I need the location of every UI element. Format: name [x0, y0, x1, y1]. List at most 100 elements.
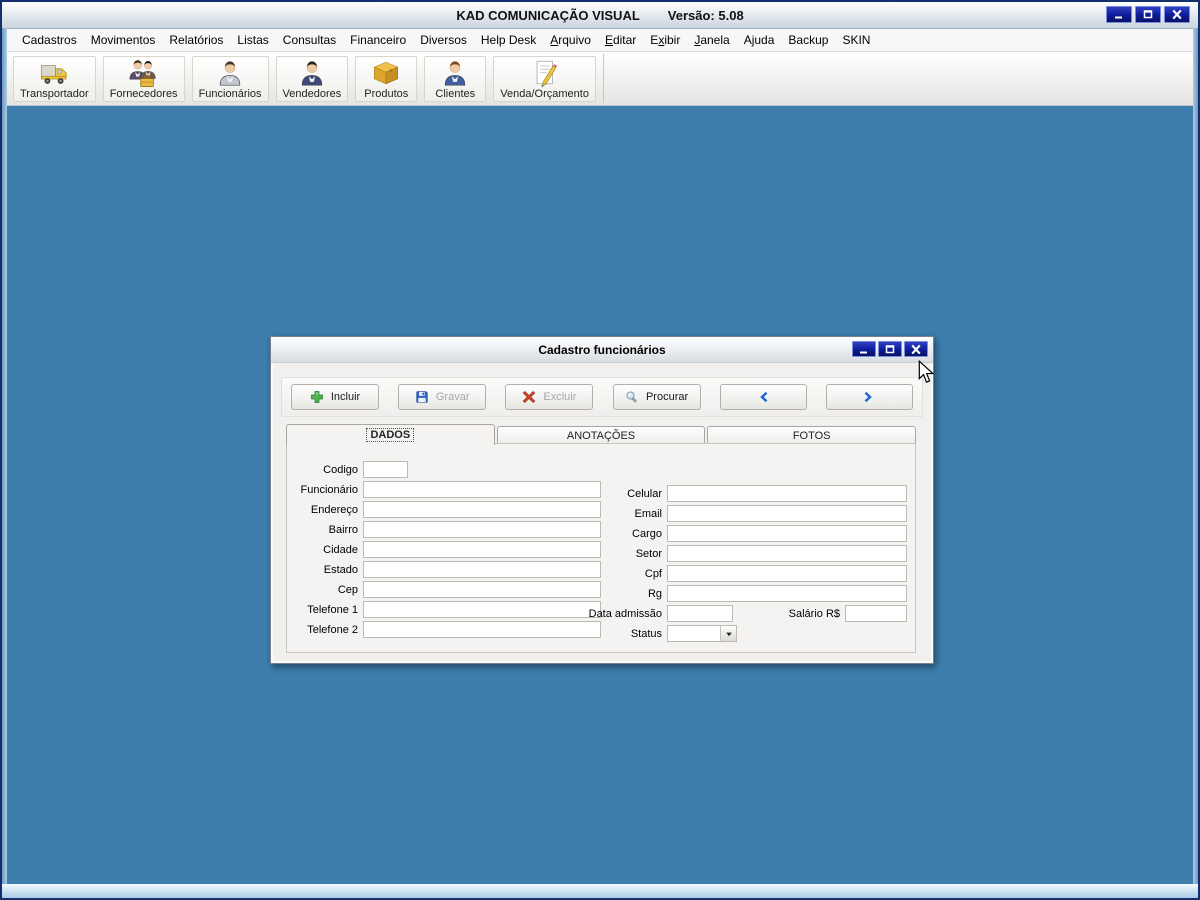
menu-item-backup[interactable]: Backup — [781, 33, 835, 47]
cep-label: Cep — [337, 583, 358, 596]
field-row-cpf: Cpf — [587, 565, 907, 582]
salario-input[interactable] — [845, 605, 907, 622]
menu-item-cadastros[interactable]: Cadastros — [15, 33, 84, 47]
toolbar-button-fornecedores[interactable]: Fornecedores — [102, 55, 185, 102]
tab-label: FOTOS — [792, 429, 831, 442]
toolbar-button-funcionarios[interactable]: Funcionários — [191, 55, 269, 102]
dialog-title: Cadastro funcionários — [538, 342, 666, 357]
field-row-status: Status — [557, 625, 737, 642]
app-title: KAD COMUNICAÇÃO VISUAL — [456, 7, 640, 23]
incluir-button[interactable]: Incluir — [291, 384, 379, 410]
toolbar-button-label: Transportador — [20, 88, 89, 100]
maximize-icon — [1142, 9, 1154, 20]
window-maximize-button[interactable] — [1135, 6, 1161, 23]
tab-dados[interactable]: DADOS — [286, 424, 495, 445]
cidade-input[interactable] — [363, 541, 601, 558]
menu-item-diversos[interactable]: Diversos — [413, 33, 474, 47]
rg-label: Rg — [647, 587, 662, 600]
close-icon — [910, 344, 922, 355]
toolbar-button-venda-orcamento[interactable]: Venda/Orçamento — [493, 55, 596, 102]
plus-icon — [310, 390, 324, 404]
toolbar-button-label: Venda/Orçamento — [500, 88, 589, 100]
main-titlebar[interactable]: KAD COMUNICAÇÃO VISUAL Versão: 5.08 — [2, 2, 1198, 29]
menu-item-editar[interactable]: Editar — [598, 33, 643, 47]
setor-label: Setor — [635, 547, 662, 560]
field-row-rg: Rg — [587, 585, 907, 602]
client-icon — [440, 58, 470, 88]
codigo-input[interactable] — [363, 461, 408, 478]
main-toolbar: Transportador Fornecedores Funcionários Ven… — [7, 52, 1193, 106]
cargo-input[interactable] — [667, 525, 907, 542]
procurar-button[interactable]: Procurar — [612, 384, 701, 410]
arrow-right-button[interactable] — [825, 384, 913, 410]
telefone-2-label: Telefone 2 — [307, 623, 358, 636]
email-input[interactable] — [667, 505, 907, 522]
gravar-button[interactable]: Gravar — [398, 384, 487, 410]
chevron-down-icon — [725, 630, 733, 638]
close-icon — [1171, 9, 1183, 20]
bairro-input[interactable] — [363, 521, 601, 538]
toolbar-button-produtos[interactable]: Produtos — [355, 55, 418, 102]
menu-item-help-desk[interactable]: Help Desk — [474, 33, 543, 47]
dialog-close-button[interactable] — [904, 341, 928, 357]
toolbar-button-label: Fornecedores — [109, 88, 178, 100]
menu-item-exibir[interactable]: Exibir — [643, 33, 687, 47]
menu-item-movimentos[interactable]: Movimentos — [84, 33, 163, 47]
estado-label: Estado — [323, 563, 358, 576]
window-close-button[interactable] — [1164, 6, 1190, 23]
tab-anotacoes[interactable]: ANOTAÇÕES — [496, 426, 706, 444]
tab-fotos[interactable]: FOTOS — [707, 426, 917, 444]
tab-label: DADOS — [366, 428, 415, 442]
toolbar-button-vendedores[interactable]: Vendedores — [275, 55, 349, 102]
menu-item-ajuda[interactable]: Ajuda — [737, 33, 782, 47]
cpf-input[interactable] — [667, 565, 907, 582]
status-combobox[interactable] — [667, 625, 737, 642]
dialog-titlebar[interactable]: Cadastro funcionários — [271, 337, 933, 363]
menu-item-financeiro[interactable]: Financeiro — [343, 33, 413, 47]
status-dropdown-button[interactable] — [720, 626, 736, 641]
menu-item-arquivo[interactable]: Arquivo — [543, 33, 598, 47]
app-version: Versão: 5.08 — [667, 7, 744, 23]
menu-item-consultas[interactable]: Consultas — [276, 33, 343, 47]
codigo-label: Codigo — [323, 463, 358, 476]
data-admissao-input[interactable] — [667, 605, 733, 622]
excluir-button[interactable]: Excluir — [505, 384, 594, 410]
toolbar-button-clientes[interactable]: Clientes — [424, 55, 487, 102]
menu-item-janela[interactable]: Janela — [687, 33, 736, 47]
dialog-maximize-button[interactable] — [878, 341, 902, 357]
button-label: Excluir — [543, 391, 577, 403]
employee-registration-dialog: Cadastro funcionários Incluir Gravar Exclu… — [270, 336, 934, 664]
tab-panel-dados: Codigo Funcionário Endereço Bairro Cidade Est… — [286, 443, 916, 653]
tab-label: ANOTAÇÕES — [566, 429, 636, 442]
funcionario-input[interactable] — [363, 481, 601, 498]
cep-input[interactable] — [363, 581, 601, 598]
dialog-action-toolbar: Incluir Gravar Excluir Procurar — [281, 377, 923, 417]
window-frame-bottom — [2, 884, 1198, 898]
arrow-right-icon — [862, 390, 876, 404]
setor-input[interactable] — [667, 545, 907, 562]
dialog-minimize-button[interactable] — [852, 341, 876, 357]
button-label: Procurar — [645, 391, 689, 403]
toolbar-button-transportador[interactable]: Transportador — [13, 55, 96, 102]
arrow-left-button[interactable] — [719, 384, 807, 410]
rg-input[interactable] — [667, 585, 907, 602]
window-minimize-button[interactable] — [1106, 6, 1132, 23]
toolbar-button-label: Funcionários — [198, 88, 262, 100]
menu-item-relatorios[interactable]: Relatórios — [162, 33, 230, 47]
field-row-email: Email — [587, 505, 907, 522]
field-row-setor: Setor — [587, 545, 907, 562]
menu-item-listas[interactable]: Listas — [230, 33, 275, 47]
estado-input[interactable] — [363, 561, 601, 578]
status-label: Status — [630, 627, 662, 640]
status-input[interactable] — [668, 626, 720, 641]
endereco-input[interactable] — [363, 501, 601, 518]
menu-item-skin[interactable]: SKIN — [835, 33, 877, 47]
email-label: Email — [634, 507, 662, 520]
field-row-telefone-1: Telefone 1 — [293, 601, 601, 618]
bairro-label: Bairro — [328, 523, 358, 536]
window-frame-left — [2, 28, 7, 884]
field-row-funcionario: Funcionário — [293, 481, 601, 498]
celular-input[interactable] — [667, 485, 907, 502]
endereco-label: Endereço — [310, 503, 358, 516]
truck-icon — [39, 58, 69, 88]
